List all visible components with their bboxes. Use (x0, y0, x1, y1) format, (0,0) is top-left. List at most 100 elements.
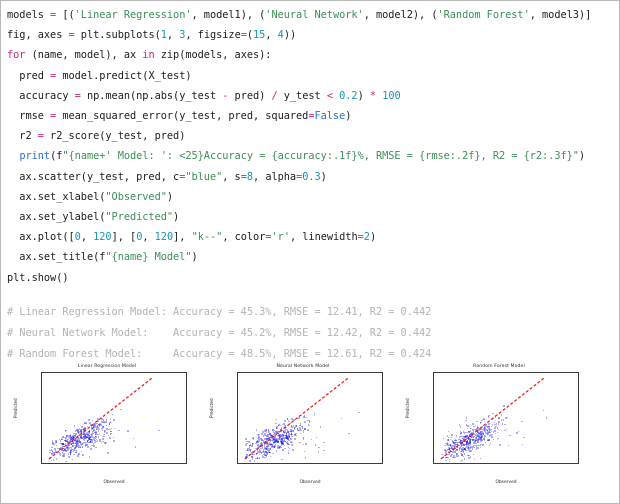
code-line-7[interactable]: r2 = r2_score(y_test, pred) (7, 126, 619, 146)
code-line-1[interactable]: models = [('Linear Regression', model1),… (7, 5, 619, 25)
code-token: np.mean(np.abs(y_test (80, 89, 223, 102)
code-token: ax.set_ylabel( (7, 211, 106, 224)
python-code-block[interactable]: models = [('Linear Regression', model1),… (1, 1, 619, 288)
code-line-12[interactable]: ax.plot([0, 120], [0, 120], "k--", color… (7, 227, 619, 247)
code-token: "{name} Model" (105, 251, 192, 264)
chart-x-tick-label: 150 (567, 463, 575, 464)
code-line-8[interactable]: print(f"{name+' Model: ': <25}Accuracy =… (7, 146, 619, 166)
code-token: in (142, 49, 155, 62)
reference-line (440, 377, 545, 460)
chart-y-axis-label: Predicted (405, 398, 410, 418)
code-line-10[interactable]: ax.set_xlabel("Observed") (7, 187, 619, 207)
chart-panel-3: Random Forest ModelPredictedObserved0204… (403, 364, 595, 500)
code-token: 'r' (271, 231, 291, 244)
code-token: ) (166, 190, 174, 203)
code-token: (name, model), ax (25, 49, 143, 62)
chart-x-tick-label: 150 (175, 463, 183, 464)
matplotlib-figure: Linear Regression Model Predicted Observed… (11, 364, 611, 500)
chart-y-axis-label: Predicted (13, 398, 18, 418)
code-token: 120 (93, 231, 112, 244)
code-line-5[interactable]: accuracy = np.mean(np.abs(y_test - pred)… (7, 86, 619, 106)
code-token: "Predicted" (105, 211, 174, 224)
code-line-6[interactable]: rmse = mean_squared_error(y_test, pred, … (7, 106, 619, 126)
chart-panel-1: Linear Regression Model Predicted Observed… (11, 364, 203, 500)
code-token: plt.show() (7, 271, 69, 284)
code-token: "k--" (191, 231, 223, 244)
code-token: , model2), ( (363, 9, 438, 21)
code-token: , color (222, 231, 266, 244)
chart-plot-area: 0204060801001200255075100125150 (41, 372, 187, 464)
code-line-9[interactable]: ax.scatter(y_test, pred, c="blue", s=8, … (7, 167, 619, 187)
code-token: pred) (228, 89, 272, 102)
code-token: )) (283, 29, 297, 42)
output-comment-line-1: # Linear Regression Model: Accuracy = 45… (7, 305, 432, 318)
code-token: ax.plot([ (7, 231, 75, 244)
code-token: ], (173, 231, 192, 244)
code-line-11[interactable]: ax.set_ylabel("Predicted") (7, 207, 619, 227)
chart-plot-area: 0204060801001200255075100125150 (433, 372, 579, 464)
code-token: [( (56, 9, 75, 21)
chart-x-tick-label: 75 (503, 463, 508, 464)
output-comment-line-2: # Neural Network Model: Accuracy = 45.2%… (7, 326, 432, 339)
code-token: ) (191, 251, 198, 264)
code-token: ) (345, 110, 352, 123)
chart-title: Neural Network Model (276, 364, 330, 369)
code-token: plt.subplots( (74, 29, 161, 42)
code-token: pred (7, 69, 51, 82)
chart-x-tick-label: 100 (524, 463, 532, 464)
code-token: ) (320, 170, 327, 183)
code-token: , linewidth (289, 231, 358, 244)
code-line-2[interactable]: fig, axes = plt.subplots(1, 3, figsize=(… (7, 25, 619, 45)
chart-x-axis-label: Observed (495, 480, 517, 485)
chart-x-tick-label: 100 (132, 463, 140, 464)
chart-x-tick-label: 25 (264, 463, 269, 464)
code-line-4[interactable]: pred = model.predict(X_test) (7, 66, 619, 86)
chart-x-tick-label: 125 (350, 463, 358, 464)
code-token: rmse (7, 110, 51, 123)
code-token: r2 (7, 130, 38, 143)
code-token: ) (369, 231, 377, 244)
code-token: 100 (382, 89, 401, 102)
reference-line (244, 377, 349, 460)
code-token: , s (222, 170, 241, 183)
code-token: fig, axes (7, 29, 69, 42)
chart-x-tick-label: 150 (371, 463, 379, 464)
code-line-3[interactable]: for (name, model), ax in zip(models, axe… (7, 45, 619, 65)
chart-x-tick-label: 75 (307, 463, 312, 464)
code-token: ) (578, 150, 586, 163)
chart-x-tick-label: 100 (328, 463, 336, 464)
chart-x-tick-label: 25 (68, 463, 73, 464)
code-token: "Observed" (105, 190, 167, 203)
code-token: , (80, 231, 94, 244)
code-line-14[interactable]: plt.show() (7, 268, 619, 288)
code-token: "{name+' Model: ': <25}Accuracy = {accur… (62, 150, 579, 163)
code-token: , (265, 29, 278, 42)
code-token: r2_score(y_test, pred) (43, 130, 186, 143)
code-token: "blue" (185, 170, 223, 183)
code-token: , alpha (253, 170, 297, 183)
code-token: False (314, 110, 346, 123)
chart-x-tick-label: 125 (154, 463, 162, 464)
code-token: 15 (253, 29, 266, 42)
code-token: for (7, 49, 26, 62)
code-token: 'Linear Regression' (74, 9, 192, 21)
chart-x-tick-label: 0 (48, 463, 51, 464)
code-token: , model3)] (529, 9, 592, 21)
code-token: accuracy (7, 89, 75, 102)
code-token: 0.3 (302, 170, 321, 183)
chart-x-tick-label: 0 (244, 463, 247, 464)
code-token: , (166, 29, 180, 42)
code-line-13[interactable]: ax.set_title(f"{name} Model") (7, 247, 619, 267)
chart-plot-area: 0204060801001200255075100125150 (237, 372, 383, 464)
code-token: models (7, 9, 51, 21)
code-token: , (142, 231, 155, 244)
chart-x-tick-label: 0 (440, 463, 443, 464)
chart-panel-2: Neural Network ModelPredictedObserved020… (207, 364, 399, 500)
chart-x-tick-label: 50 (90, 463, 95, 464)
code-token: 120 (154, 231, 174, 244)
code-token: ax.set_title(f (7, 251, 106, 264)
output-comment-line-3: # Random Forest Model: Accuracy = 48.5%,… (7, 347, 432, 360)
chart-x-tick-label: 125 (546, 463, 554, 464)
chart-title: Linear Regression Model (77, 364, 137, 369)
code-token: ) (357, 89, 370, 102)
